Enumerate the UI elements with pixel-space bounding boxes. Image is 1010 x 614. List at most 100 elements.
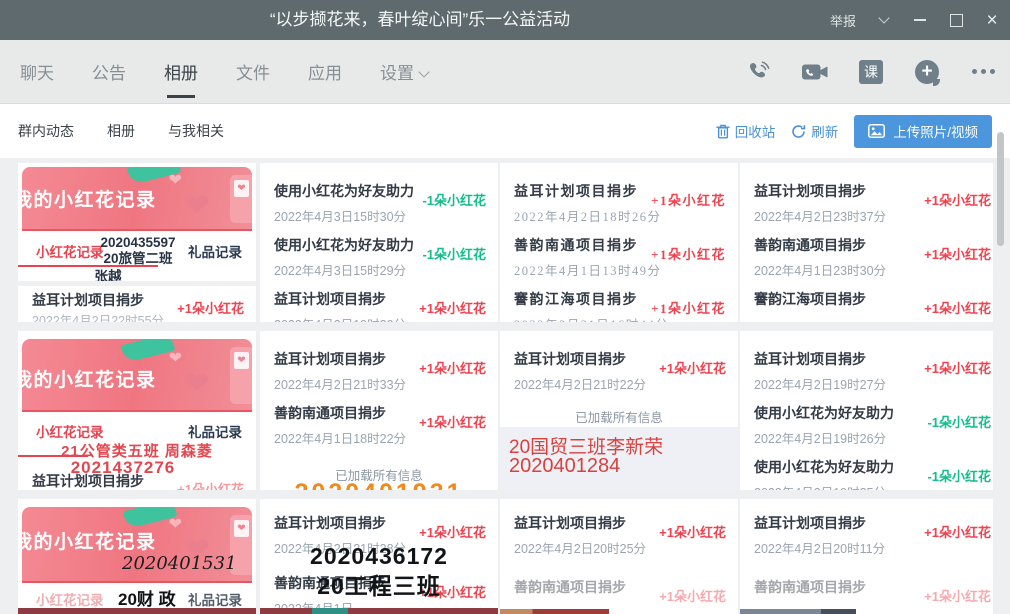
banner-title: 我的小红花记录 [22,185,157,212]
student-name-box: 20国贸三班李新荣 2020401284 [500,427,738,490]
entry-date: 2022年4月2日22时55分 [32,310,164,322]
voice-call-button[interactable] [746,59,772,85]
entry-badge: +1朵小红花 [924,190,991,209]
more-button[interactable] [970,59,996,85]
photo-tile[interactable]: 我的小红花记录 ❤ ❤ ❤ 小红花记录 礼品记录 21公管类五班 周森菱 202… [18,331,256,490]
entry-badge: +1朵小红花 [419,358,486,377]
tab-album[interactable]: 相册 [164,59,198,84]
add-button[interactable]: + [914,59,940,85]
tab-settings[interactable]: 设置 [380,59,428,84]
main-tab-bar: 聊天 公告 相册 文件 应用 设置 课 + [0,40,1010,104]
minimize-button[interactable] [902,0,938,40]
photo-tile[interactable]: 益耳计划项目捐步 2022年4月2日18时26分 +1朵小红花 善韵南通项目捐步… [500,163,738,322]
filter-group-activity[interactable]: 群内动态 [18,121,74,141]
entry-title: 益耳计划项目捐步 [32,471,144,490]
student-id-overlay: 2020436172 [260,543,498,570]
flower-tab-gifts: 礼品记录 [188,421,242,441]
album-entry: 使用小红花为好友助力 2022年4月2日19时26分 -1朵小红花 [754,403,981,447]
flower-tab-records: 小红花记录 [36,589,104,609]
album-entry: 益耳计划项目捐步 2022年4月2日20时11分 +1朵小红花 [754,513,981,557]
photo-tile[interactable]: 益耳计划项目捐步 2022年4月2日23时37分 +1朵小红花 善韵南通项目捐步… [740,163,993,322]
refresh-button[interactable]: 刷新 [791,121,838,141]
flower-tab-records: 小红花记录 [36,421,104,441]
entry-badge: +1朵小红花 [924,298,991,317]
window-title: “以步撷花来，春叶绽心间”乐一公益活动 [0,0,840,40]
album-grid: 我的小红花记录 ❤ ❤ ❤ 小红花记录 2020435597 20旅管二班 礼品… [0,158,1010,614]
photo-strip [500,609,609,614]
upload-photo-video-button[interactable]: 上传照片/视频 [854,115,992,148]
video-call-button[interactable] [802,59,828,85]
tab-apps[interactable]: 应用 [308,59,342,84]
report-button[interactable]: 举报 [830,11,856,30]
report-dropdown[interactable] [866,0,902,40]
photo-tile[interactable]: 益耳计划项目捐步 2022年4月2日21时33分 +1朵小红花 善韵南通项目捐步… [260,331,498,490]
entry-badge: +1朵小红花 [651,190,726,209]
album-entry: 益耳计划项目捐步 2022年4月2日20时25分 +1朵小红花 [514,513,726,557]
flower-banner: 我的小红花记录 ❤ ❤ ❤ [22,339,252,412]
filter-related-to-me[interactable]: 与我相关 [168,121,224,141]
album-entry: 使用小红花为好友助力 2022年4月3日15时29分 -1朵小红花 [274,235,486,279]
album-entry: 益耳计划项目捐步 2022年4月2日23时37分 +1朵小红花 [754,181,981,225]
photo-tile[interactable]: 益耳计划项目捐步 2022年4月2日20时11分 +1朵小红花 善韵南通项目捐步… [740,499,993,614]
more-icon [972,69,995,74]
scrollbar[interactable] [997,132,1004,246]
photo-strip [312,608,348,614]
flower-banner: 我的小红花记录 ❤ ❤ ❤ 2020401531 [22,507,252,583]
tab-announcement[interactable]: 公告 [92,59,126,84]
album-entry: 善韵南通项目捐步 +1朵小红花 [754,577,981,602]
entry-title: 益耳计划项目捐步 [32,290,144,310]
entry-badge: +1朵小红花 [419,298,486,317]
filter-album[interactable]: 相册 [107,121,135,141]
entry-badge: +1朵小红花 [419,412,486,431]
entry-badge: +1朵小红花 [924,586,991,605]
tab-files[interactable]: 文件 [236,59,270,84]
close-icon: × [986,11,997,30]
upload-label: 上传照片/视频 [893,121,978,141]
banner-title: 我的小红花记录 [22,365,157,392]
album-toolbar: 群内动态 相册 与我相关 回收站 刷新 上传照片/视频 [0,104,1010,158]
photo-upload-icon [868,124,885,138]
entry-badge: -1朵小红花 [422,244,486,263]
entry-badge: +1朵小红花 [924,358,991,377]
recycle-bin-label: 回收站 [735,121,776,141]
photo-tile[interactable]: 我的小红花记录 ❤ ❤ ❤ 2020401531 小红花记录 礼品记录 20财 … [18,499,256,614]
album-entry: 使用小红花为好友助力 2022年4月3日15时30分 -1朵小红花 [274,181,486,225]
class-button[interactable]: 课 [858,59,884,85]
photo-tile[interactable]: 我的小红花记录 ❤ ❤ ❤ 小红花记录 2020435597 20旅管二班 礼品… [18,163,256,322]
photo-tile[interactable]: 益耳计划项目捐步 2022年4月2日19时27分 +1朵小红花 使用小红花为好友… [740,331,993,490]
maximize-button[interactable] [938,0,974,40]
entry-badge: +1朵小红花 [419,522,486,541]
heart-icon: ❤ [169,351,182,367]
photo-tile[interactable]: 使用小红花为好友助力 2022年4月3日15时30分 -1朵小红花 使用小红花为… [260,163,498,322]
refresh-label: 刷新 [811,121,838,141]
photo-tile[interactable]: 益耳计划项目捐步 2022年4月2日21时22分 +1朵小红花 已加载所有信息 … [500,331,738,490]
leaf-icon [121,339,176,363]
student-id-overlay: 2020435597 20旅管二班 [76,235,200,267]
recycle-bin-button[interactable]: 回收站 [716,121,776,141]
album-entry: 善韵南通项目捐步 +1朵小红花 [514,577,726,602]
album-entry: 益耳计划项目捐步 2022年4月2日21时22分 +1朵小红花 [514,349,726,393]
add-icon: + [915,60,939,84]
photo-tile[interactable]: 益耳计划项目捐步 2022年4月2日21时28分 +1朵小红花 善韵南通项目捐步… [260,499,498,614]
album-entry: 益耳计划项目捐步 2022年4月2日21时33分 +1朵小红花 [274,349,486,393]
entry-badge: +1朵小红花 [177,479,244,490]
album-entry: 善韵南通项目捐步 2022年4月1日23时30分 +1朵小红花 [754,235,981,279]
flower-tab-gifts: 礼品记录 [188,589,242,609]
entry-badge: +1朵小红花 [651,244,726,263]
maximize-icon [950,14,963,27]
refresh-icon [791,124,806,139]
album-entry: 善韵南通项目捐步 2022年4月1日13时49分 +1朵小红花 [514,235,726,279]
tab-chat[interactable]: 聊天 [20,59,54,84]
photo-tile[interactable]: 益耳计划项目捐步 2022年4月2日20时25分 +1朵小红花 善韵南通项目捐步… [500,499,738,614]
title-bar: “以步撷花来，春叶绽心间”乐一公益活动 举报 × [0,0,1010,40]
heart-icon: ❤ [183,189,210,221]
trash-icon [716,124,730,139]
album-entry: 謇韵江海项目捐步 +1朵小红花 [754,289,981,314]
album-entry: 善韵南通项目捐步 2022年4月1日18时22分 +1朵小红花 [274,403,486,447]
gift-card-decoration: ❤ [230,347,252,404]
entry-badge: -1朵小红花 [927,412,991,431]
chevron-down-icon [878,12,889,23]
entry-badge: +1朵小红花 [659,522,726,541]
student-class-overlay: 20财 政 [118,585,176,610]
close-button[interactable]: × [974,0,1010,40]
